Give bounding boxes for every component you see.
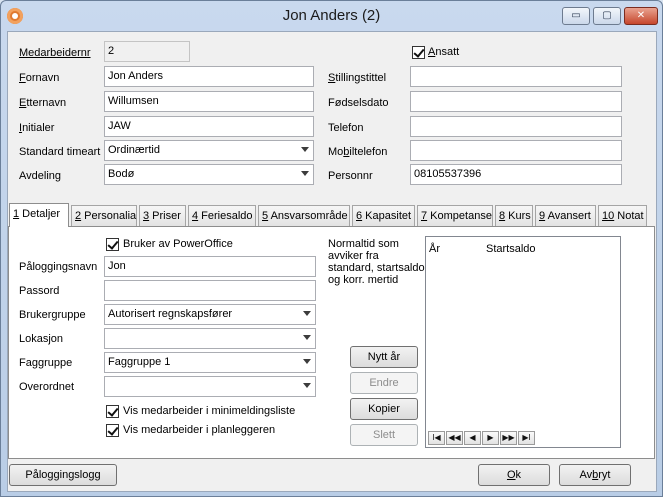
tab-kapasitet[interactable]: 6 Kapasitet	[352, 205, 415, 226]
brukergruppe-label: Brukergruppe	[19, 309, 86, 321]
avdeling-value: Bodø	[108, 168, 135, 180]
lokasjon-select[interactable]	[104, 328, 316, 349]
minimize-button[interactable]: ▭	[562, 7, 590, 25]
close-button[interactable]: ✕	[624, 7, 658, 25]
paloggingslogg-button[interactable]: Påloggingslogg	[9, 464, 117, 486]
avdeling-select[interactable]: Bodø	[104, 164, 314, 185]
vis-planleggeren-checkbox[interactable]	[106, 424, 119, 437]
chevron-down-icon	[301, 147, 309, 152]
chevron-down-icon	[303, 383, 311, 388]
etternavn-label: Etternavn	[19, 97, 67, 109]
tab-notat[interactable]: 10 Notat	[598, 205, 647, 226]
personnr-label: Personnr	[328, 170, 373, 182]
fornavn-field[interactable]: Jon Anders	[104, 66, 314, 87]
next-record-icon[interactable]: ▶	[482, 431, 499, 445]
stillingstittel-field[interactable]	[410, 66, 622, 87]
paloggingsnavn-label: Påloggingsnavn	[19, 261, 98, 273]
tab-kompetanse[interactable]: 7 Kompetanse	[417, 205, 493, 226]
initialer-field[interactable]: JAW	[104, 116, 314, 137]
chevron-down-icon	[303, 311, 311, 316]
brukergruppe-value: Autorisert regnskapsfører	[108, 308, 233, 320]
col-startsaldo-header: Startsaldo	[486, 243, 536, 255]
avbryt-button[interactable]: Avbryt	[559, 464, 631, 486]
overordnet-select[interactable]	[104, 376, 316, 397]
personnr-field[interactable]: 08105537396	[410, 164, 622, 185]
fodselsdato-field[interactable]	[410, 91, 622, 112]
employee-window: Jon Anders (2) ▭ ▢ ✕ Medarbeidernr 2 For…	[0, 0, 663, 497]
tab-ansvarsomrade[interactable]: 5 Ansvarsområde	[258, 205, 350, 226]
avdeling-label: Avdeling	[19, 170, 61, 182]
col-ar-header: År	[429, 243, 440, 255]
faggruppe-label: Faggruppe	[19, 357, 73, 369]
mobiltelefon-field[interactable]	[410, 140, 622, 161]
medarbeidernr-field: 2	[104, 41, 190, 62]
nytt-ar-button[interactable]: Nytt år	[350, 346, 418, 368]
endre-button[interactable]: Endre	[350, 372, 418, 394]
prev-page-icon[interactable]: ◀◀	[446, 431, 463, 445]
overordnet-label: Overordnet	[19, 381, 75, 393]
lokasjon-label: Lokasjon	[19, 333, 64, 345]
etternavn-field[interactable]: Willumsen	[104, 91, 314, 112]
first-record-icon[interactable]: I◀	[428, 431, 445, 445]
stillingstittel-label: Stillingstittel	[328, 72, 387, 84]
initialer-label: Initialer	[19, 122, 55, 134]
maximize-button[interactable]: ▢	[593, 7, 621, 25]
tab-feriesaldo[interactable]: 4 Feriesaldo	[188, 205, 256, 226]
vis-planleggeren-label: Vis medarbeider i planleggeren	[123, 424, 276, 436]
prev-record-icon[interactable]: ◀	[464, 431, 481, 445]
tab-priser[interactable]: 3 Priser	[139, 205, 186, 226]
vis-minimeldingsliste-label: Vis medarbeider i minimeldingsliste	[123, 405, 296, 417]
telefon-field[interactable]	[410, 116, 622, 137]
next-page-icon[interactable]: ▶▶	[500, 431, 517, 445]
tab-avansert[interactable]: 9 Avansert	[535, 205, 596, 226]
title-bar: Jon Anders (2) ▭ ▢ ✕	[1, 1, 662, 31]
passord-label: Passord	[19, 285, 60, 297]
bruker-av-poweroffice-checkbox[interactable]	[106, 238, 119, 251]
vis-minimeldingsliste-checkbox[interactable]	[106, 405, 119, 418]
fodselsdato-label: Fødselsdato	[328, 97, 389, 109]
tab-detaljer[interactable]: 1 Detaljer	[9, 203, 69, 227]
standard-timeart-label: Standard timeart	[19, 146, 101, 158]
faggruppe-value: Faggruppe 1	[108, 356, 171, 368]
faggruppe-select[interactable]: Faggruppe 1	[104, 352, 316, 373]
brukergruppe-select[interactable]: Autorisert regnskapsfører	[104, 304, 316, 325]
chevron-down-icon	[303, 335, 311, 340]
passord-field[interactable]	[104, 280, 316, 301]
paloggingsnavn-field[interactable]: Jon	[104, 256, 316, 277]
medarbeidernr-label: Medarbeidernr	[19, 47, 91, 59]
chevron-down-icon	[301, 171, 309, 176]
standard-timeart-value: Ordinærtid	[108, 144, 160, 156]
tab-kurs[interactable]: 8 Kurs	[495, 205, 533, 226]
ok-button[interactable]: Ok	[478, 464, 550, 486]
normaltid-note: Normaltid som avviker fra standard, star…	[328, 238, 425, 286]
chevron-down-icon	[303, 359, 311, 364]
tab-personalia[interactable]: 2 Personalia	[71, 205, 137, 226]
last-record-icon[interactable]: ▶I	[518, 431, 535, 445]
telefon-label: Telefon	[328, 122, 364, 134]
ansatt-label: Ansatt	[428, 46, 460, 58]
standard-timeart-select[interactable]: Ordinærtid	[104, 140, 314, 161]
ansatt-checkbox[interactable]	[412, 46, 425, 59]
slett-button[interactable]: Slett	[350, 424, 418, 446]
bruker-av-poweroffice-label: Bruker av PowerOffice	[123, 238, 233, 250]
normaltid-grid[interactable]: År Startsaldo I◀ ◀◀ ◀ ▶ ▶▶ ▶I	[425, 236, 621, 448]
kopier-button[interactable]: Kopier	[350, 398, 418, 420]
fornavn-label: Fornavn	[19, 72, 60, 84]
mobiltelefon-label: Mobiltelefon	[328, 146, 388, 158]
